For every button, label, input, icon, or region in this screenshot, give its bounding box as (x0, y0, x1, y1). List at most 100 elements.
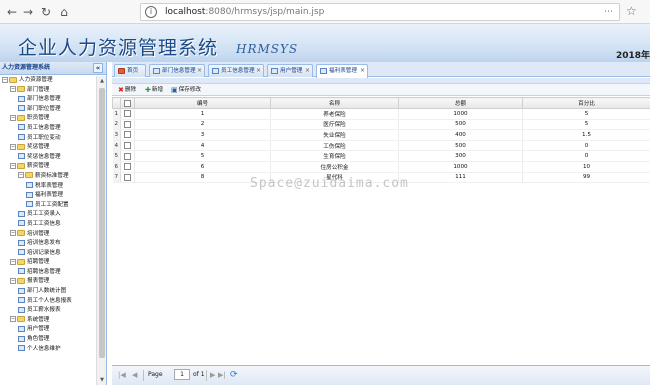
row-checkbox[interactable] (124, 152, 131, 160)
tree-folder[interactable]: − 招聘管理 (0, 258, 96, 268)
column-header[interactable]: 总额 (398, 97, 523, 109)
row-checkbox[interactable] (124, 163, 131, 171)
tree-item[interactable]: 部门信息管理 (0, 95, 96, 105)
extension-icon[interactable]: ⋯ (604, 7, 613, 17)
row-checkbox[interactable] (124, 142, 131, 150)
tree-item[interactable]: 员工薪水报表 (0, 306, 96, 316)
star-icon[interactable]: ☆ (626, 4, 637, 18)
table-cell[interactable]: 0 (522, 150, 650, 162)
last-page-icon[interactable]: ▶| (218, 370, 226, 380)
table-cell[interactable]: 0 (522, 140, 650, 152)
tree-item[interactable]: 用户管理 (0, 325, 96, 335)
tree-item[interactable]: 税率表管理 (0, 182, 96, 192)
table-cell[interactable]: 5 (134, 150, 271, 162)
tree-item[interactable]: 员工工资信息 (0, 220, 96, 230)
tab-4[interactable]: 福利表管理 × (316, 64, 368, 78)
save-button[interactable]: ▣保存修改 (171, 85, 201, 95)
prev-page-icon[interactable]: ◀ (132, 370, 137, 380)
table-cell[interactable]: 1000 (398, 161, 523, 173)
delete-button[interactable]: ✖删除 (118, 85, 136, 95)
table-cell[interactable]: 2 (134, 119, 271, 131)
table-cell[interactable]: 111 (398, 172, 523, 184)
add-button[interactable]: ✚新增 (145, 85, 163, 95)
tree-item[interactable]: 员工工资配置 (0, 201, 96, 211)
table-cell[interactable]: 1.5 (522, 129, 650, 141)
expand-toggle-icon[interactable]: − (10, 86, 16, 93)
tree-item[interactable]: 部门人数统计图 (0, 287, 96, 297)
address-bar[interactable]: i localhost:8080/hrmsys/jsp/main.jsp ⋯ (140, 3, 620, 21)
expand-toggle-icon[interactable]: − (10, 277, 16, 284)
table-cell[interactable]: 1 (134, 108, 271, 120)
tab-0[interactable]: 首页 (114, 64, 146, 77)
table-row[interactable]: 1 1 养老保险 1000 5 (112, 108, 650, 120)
table-cell[interactable]: 5 (522, 108, 650, 120)
table-cell[interactable]: 5 (522, 119, 650, 131)
expand-toggle-icon[interactable]: − (10, 162, 16, 169)
tree-item[interactable]: 培训信息发布 (0, 239, 96, 249)
table-cell[interactable]: 10 (522, 161, 650, 173)
expand-toggle-icon[interactable]: − (10, 258, 16, 265)
row-checkbox[interactable] (124, 131, 131, 139)
row-checkbox[interactable] (124, 173, 131, 181)
scroll-thumb[interactable] (99, 88, 105, 358)
tree-item[interactable]: 招聘信息管理 (0, 268, 96, 278)
table-cell[interactable]: 400 (398, 129, 523, 141)
close-icon[interactable]: × (256, 65, 261, 77)
tree-item[interactable]: 福利表管理 (0, 191, 96, 201)
table-cell[interactable]: 6 (134, 161, 271, 173)
close-icon[interactable]: × (360, 65, 365, 77)
table-cell[interactable]: 99 (522, 172, 650, 184)
tree-folder[interactable]: − 部门管理 (0, 86, 96, 96)
tree-folder[interactable]: − 职员管理 (0, 114, 96, 124)
tree-item[interactable]: 员工工资录入 (0, 210, 96, 220)
table-row[interactable]: 5 5 生育保险 300 0 (112, 150, 650, 162)
info-icon[interactable]: i (145, 6, 157, 18)
scroll-down-icon[interactable]: ▼ (98, 376, 106, 384)
home-icon[interactable]: ⌂ (56, 4, 72, 20)
tab-1[interactable]: 部门信息管理 × (149, 64, 205, 77)
tree-folder[interactable]: − 薪资管理 (0, 162, 96, 172)
tree-folder[interactable]: − 报表管理 (0, 277, 96, 287)
select-all-header[interactable] (120, 97, 135, 109)
first-page-icon[interactable]: |◀ (118, 370, 126, 380)
tree-item[interactable]: 角色管理 (0, 335, 96, 345)
back-icon[interactable]: ← (4, 4, 20, 20)
row-checkbox[interactable] (124, 120, 131, 128)
table-cell[interactable]: 500 (398, 140, 523, 152)
tree-item[interactable]: 员工个人信息报表 (0, 297, 96, 307)
expand-toggle-icon[interactable]: − (10, 143, 16, 150)
column-header[interactable]: 编号 (134, 97, 271, 109)
table-cell[interactable]: 失业保险 (270, 129, 399, 141)
table-row[interactable]: 6 6 住房公积金 1000 10 (112, 161, 650, 173)
page-number-input[interactable]: 1 (174, 369, 190, 380)
table-cell[interactable]: 生育保险 (270, 150, 399, 162)
table-cell[interactable]: 4 (134, 140, 271, 152)
select-all-checkbox[interactable] (124, 99, 131, 107)
table-cell[interactable]: 工伤保险 (270, 140, 399, 152)
tree-folder[interactable]: − 薪资标准管理 (0, 172, 96, 182)
table-cell[interactable]: 住房公积金 (270, 161, 399, 173)
column-header[interactable]: 百分比 (522, 97, 650, 109)
scroll-up-icon[interactable]: ▲ (98, 77, 106, 85)
table-cell[interactable]: 300 (398, 150, 523, 162)
expand-toggle-icon[interactable]: − (10, 230, 16, 236)
column-header[interactable]: 名称 (270, 97, 399, 109)
table-cell[interactable]: 3 (134, 129, 271, 141)
tree-item[interactable]: 奖惩信息管理 (0, 153, 96, 163)
reload-icon[interactable]: ↻ (38, 4, 54, 20)
expand-toggle-icon[interactable]: − (18, 172, 24, 179)
table-row[interactable]: 4 4 工伤保险 500 0 (112, 140, 650, 152)
close-icon[interactable]: × (197, 65, 202, 77)
tree-item[interactable]: 部门职位管理 (0, 105, 96, 115)
expand-toggle-icon[interactable]: − (10, 316, 16, 323)
next-page-icon[interactable]: ▶ (210, 370, 215, 380)
forward-icon[interactable]: → (20, 4, 36, 20)
tree-item[interactable]: 个人信息维护 (0, 345, 96, 355)
tree-folder[interactable]: − 人力资源管理 (0, 76, 96, 86)
expand-toggle-icon[interactable]: − (10, 114, 16, 121)
tab-3[interactable]: 用户管理 × (267, 64, 313, 77)
tree-item[interactable]: 员工职位变动 (0, 134, 96, 144)
refresh-icon[interactable]: ⟳ (230, 369, 238, 381)
row-checkbox[interactable] (124, 110, 131, 118)
table-row[interactable]: 3 3 失业保险 400 1.5 (112, 129, 650, 141)
